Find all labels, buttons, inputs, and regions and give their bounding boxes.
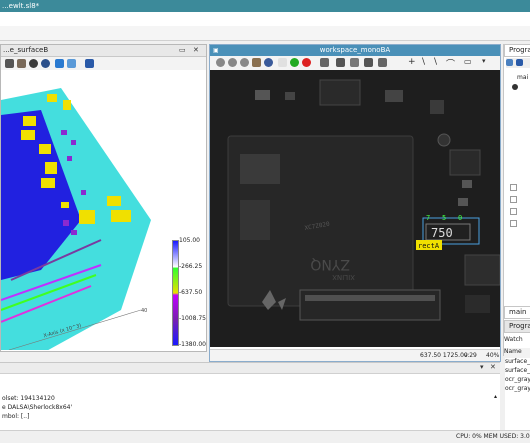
colorbar-tick-3: -1008.75 [179,315,206,322]
tree-expander-4[interactable] [510,220,517,227]
minimize-icon[interactable]: ▭ [179,45,186,56]
magnifier-icon[interactable] [264,58,273,67]
log-line: e DALSA\Sherlock8x64' [2,404,73,411]
surface-toolbar [1,57,206,71]
pixel-value: v:29 [464,352,477,359]
watch-item[interactable]: surface_ [505,358,530,367]
grid-icon[interactable] [350,58,359,67]
pan-icon[interactable] [17,59,26,68]
resource-status: CPU: 0% MEM USED: 3.0 [456,433,530,440]
svg-text:XILINX: XILINX [332,273,355,281]
program-toolbar [506,58,530,68]
program-panel: Program mai main Program Watch Name [503,44,530,358]
pcb-image[interactable]: XC7Z020 ZYNQ XILINX 750 7 5 0 rectA [210,70,500,347]
stop-icon[interactable] [302,58,311,67]
dropdown-icon[interactable]: ▾ [482,57,486,65]
image-panel-titlebar: ▣ workspace_monoBA [210,45,500,56]
new-program-icon[interactable] [506,59,513,66]
line-tool-icon[interactable]: \ [422,57,425,67]
colorbar-tick-2: -637.50 [179,289,203,296]
camera-icon[interactable] [320,58,329,67]
view-icon[interactable] [55,59,64,68]
window-title: ...ewlt.sl8* [2,2,40,10]
snapshot-icon[interactable] [378,58,387,67]
image-toolbar: + \ \ ⌒ ▭ ▾ [210,56,500,71]
reset-icon[interactable] [29,59,38,68]
save-icon[interactable] [85,59,94,68]
rect-label: rectA [418,242,440,250]
ocr-digit-0: 7 [426,214,430,222]
cursor-coords: 637.50 1725.00 [420,352,468,359]
watch-title: Watch [504,336,523,343]
separator-icon [278,58,287,67]
zoom-in-icon[interactable] [216,58,225,67]
tab-program-top[interactable]: Program [504,44,530,57]
tree-node-icon[interactable] [512,84,518,90]
tree-expander-3[interactable] [510,208,517,215]
colorbar-tick-4: -1380.00 [179,341,206,348]
svg-text:ZYNQ: ZYNQ [310,256,350,272]
colorbar-tick-0: 105.00 [179,237,200,244]
panel-restore-icon[interactable]: ▣ [213,45,219,56]
watch-item[interactable]: ocr_gray [505,376,530,385]
image-status-bar: 637.50 1725.00 v:29 40% [210,349,500,361]
zoom-fit-icon[interactable] [240,58,249,67]
watch-item[interactable]: ocr_gray [505,385,530,394]
surface-panel-title: ...e_surfaceB [3,46,49,54]
zoom-level: 40% [486,352,500,359]
tab-program[interactable]: Program [504,320,530,333]
output-header: ▾ ✕ [0,363,500,374]
colorbar-tick-1: -266.25 [179,263,203,270]
log-line: mbol: [..] [2,413,30,420]
fit-icon[interactable] [67,59,76,68]
film-icon[interactable] [364,58,373,67]
watch-list: surface_ surface_ ocr_gray ocr_gray [505,358,530,430]
output-panel: ▾ ✕ olset: 194134120 e DALSA\Sherlock8x6… [0,362,500,431]
ocr-text: 750 [431,226,453,240]
zoom-icon[interactable] [41,59,50,68]
log-line: olset: 194134120 [2,395,55,402]
hand-icon[interactable] [252,58,261,67]
rotate-icon[interactable] [5,59,14,68]
output-close-icon[interactable]: ✕ [490,363,496,371]
image-icon[interactable] [336,58,345,67]
watch-header: Name [504,348,530,358]
axis-tick: 40 [141,308,148,314]
rect-tool-icon[interactable]: ▭ [464,57,472,66]
window-titlebar: ...ewlt.sl8* [0,0,530,12]
run-icon[interactable] [290,58,299,67]
menu-bar [0,12,530,27]
tree-expander-1[interactable] [510,184,517,191]
main-toolbar [0,26,530,41]
tree-root[interactable]: mai [517,74,528,81]
line-tool-2-icon[interactable]: \ [434,57,437,67]
image-panel-title: workspace_monoBA [319,46,391,54]
colorbar [172,240,179,346]
crosshair-icon[interactable]: + [408,57,416,67]
ocr-digit-1: 5 [442,214,446,222]
close-icon[interactable]: ✕ [193,45,199,56]
output-log: olset: 194134120 e DALSA\Sherlock8x64' m… [0,394,500,421]
tab-main[interactable]: main [504,306,530,319]
ocr-digit-2: 0 [458,214,462,222]
watch-item[interactable]: surface_ [505,367,530,376]
image-panel: ▣ workspace_monoBA + \ \ ⌒ ▭ ▾ XC7Z020 Z… [209,44,501,362]
zoom-out-icon[interactable] [228,58,237,67]
status-bar: CPU: 0% MEM USED: 3.0 [0,430,530,443]
search-icon[interactable] [516,59,523,66]
arc-tool-icon[interactable]: ⌒ [446,57,455,70]
scroll-up-icon[interactable]: ▴ [494,393,497,400]
tree-expander-2[interactable] [510,196,517,203]
surface-panel: ...e_surfaceB ▭ ✕ 40 X-Axis (x 10^3) 105… [0,44,207,352]
surface-panel-titlebar: ...e_surfaceB ▭ ✕ [1,45,206,57]
output-dropdown-icon[interactable]: ▾ [480,363,484,371]
